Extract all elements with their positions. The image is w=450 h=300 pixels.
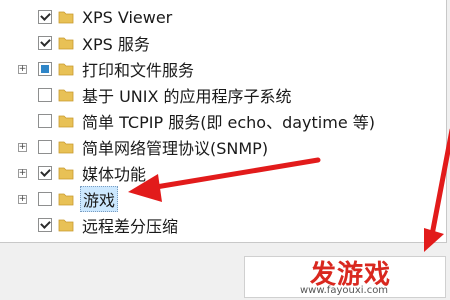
windows-features-tree: XPS Viewer XPS 服务 + 打印和文件服务 基于 UNIX 的应用程…	[0, 0, 447, 243]
expand-icon[interactable]: +	[18, 64, 27, 74]
expand-icon[interactable]: +	[18, 142, 27, 152]
expand-icon[interactable]: +	[18, 194, 27, 204]
checkbox[interactable]	[38, 192, 52, 206]
checkbox[interactable]	[38, 62, 52, 76]
tree-item-xps-viewer[interactable]: XPS Viewer	[0, 4, 440, 30]
folder-icon	[58, 11, 74, 24]
folder-icon	[58, 193, 74, 206]
folder-icon	[58, 167, 74, 180]
checkbox[interactable]	[38, 10, 52, 24]
tree-item-label: 游戏	[80, 186, 119, 212]
checkbox[interactable]	[38, 114, 52, 128]
tree-item-label: 简单 TCPIP 服务(即 echo、daytime 等)	[82, 113, 376, 132]
tree-item-snmp[interactable]: + 简单网络管理协议(SNMP)	[0, 134, 440, 160]
tree-item-xps-service[interactable]: XPS 服务	[0, 30, 440, 56]
tree-item-label: 媒体功能	[82, 165, 147, 184]
tree-item-label: 基于 UNIX 的应用程序子系统	[82, 87, 292, 106]
tree-item-label: 简单网络管理协议(SNMP)	[82, 139, 269, 158]
tree-item-print-file-services[interactable]: + 打印和文件服务	[0, 56, 440, 82]
tree-item-label: XPS 服务	[82, 35, 150, 54]
tree-item-remote-differential-compression[interactable]: 远程差分压缩	[0, 212, 440, 238]
folder-icon	[58, 63, 74, 76]
tree-item-label: 远程差分压缩	[82, 217, 179, 236]
checkbox[interactable]	[38, 88, 52, 102]
tree-item-media-features[interactable]: + 媒体功能	[0, 160, 440, 186]
checkbox[interactable]	[38, 36, 52, 50]
tree-item-label: 打印和文件服务	[82, 61, 195, 80]
checkbox[interactable]	[38, 218, 52, 232]
checkbox[interactable]	[38, 140, 52, 154]
expand-icon[interactable]: +	[18, 168, 27, 178]
tree-item-label: XPS Viewer	[82, 7, 173, 27]
folder-icon	[58, 141, 74, 154]
watermark-url: www.fayouxi.com	[300, 285, 389, 296]
tree-item-games[interactable]: + 游戏	[0, 186, 440, 212]
checkbox[interactable]	[38, 166, 52, 180]
folder-icon	[58, 89, 74, 102]
tree-item-simple-tcpip[interactable]: 简单 TCPIP 服务(即 echo、daytime 等)	[0, 108, 440, 134]
folder-icon	[58, 115, 74, 128]
folder-icon	[58, 37, 74, 50]
tree-item-unix-subsystem[interactable]: 基于 UNIX 的应用程序子系统	[0, 82, 440, 108]
folder-icon	[58, 219, 74, 232]
